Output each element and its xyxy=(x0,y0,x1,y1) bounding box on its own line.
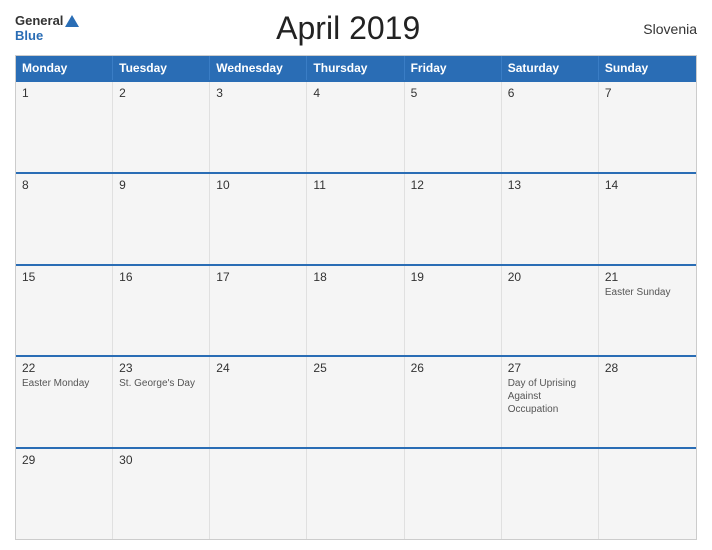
day-16: 16 xyxy=(113,266,210,356)
day-25: 25 xyxy=(307,357,404,447)
day-19: 19 xyxy=(405,266,502,356)
day-8: 8 xyxy=(16,174,113,264)
header-sunday: Sunday xyxy=(599,56,696,80)
week-row-3: 15 16 17 18 19 20 21Easter Sunday xyxy=(16,264,696,356)
day-11: 11 xyxy=(307,174,404,264)
page-title: April 2019 xyxy=(79,10,617,47)
day-23: 23St. George's Day xyxy=(113,357,210,447)
header-monday: Monday xyxy=(16,56,113,80)
day-21: 21Easter Sunday xyxy=(599,266,696,356)
day-27: 27Day of Uprising Against Occupation xyxy=(502,357,599,447)
day-7: 7 xyxy=(599,82,696,172)
day-13: 13 xyxy=(502,174,599,264)
header-saturday: Saturday xyxy=(502,56,599,80)
day-empty-2 xyxy=(307,449,404,539)
day-empty-5 xyxy=(599,449,696,539)
day-18: 18 xyxy=(307,266,404,356)
day-20: 20 xyxy=(502,266,599,356)
day-24: 24 xyxy=(210,357,307,447)
week-row-1: 1 2 3 4 5 6 7 xyxy=(16,80,696,172)
header-friday: Friday xyxy=(405,56,502,80)
calendar-header-row: Monday Tuesday Wednesday Thursday Friday… xyxy=(16,56,696,80)
day-10: 10 xyxy=(210,174,307,264)
day-28: 28 xyxy=(599,357,696,447)
country-label: Slovenia xyxy=(617,21,697,37)
header-wednesday: Wednesday xyxy=(210,56,307,80)
day-15: 15 xyxy=(16,266,113,356)
day-22: 22Easter Monday xyxy=(16,357,113,447)
day-5: 5 xyxy=(405,82,502,172)
week-row-5: 29 30 xyxy=(16,447,696,539)
day-2: 2 xyxy=(113,82,210,172)
day-empty-3 xyxy=(405,449,502,539)
calendar-grid: Monday Tuesday Wednesday Thursday Friday… xyxy=(15,55,697,540)
day-9: 9 xyxy=(113,174,210,264)
day-empty-1 xyxy=(210,449,307,539)
day-empty-4 xyxy=(502,449,599,539)
day-12: 12 xyxy=(405,174,502,264)
calendar-body: 1 2 3 4 5 6 7 8 9 10 11 12 13 14 15 16 xyxy=(16,80,696,539)
day-29: 29 xyxy=(16,449,113,539)
logo-blue-text: Blue xyxy=(15,29,43,43)
logo-triangle-icon xyxy=(65,15,79,27)
logo-general-text: General xyxy=(15,14,63,28)
day-6: 6 xyxy=(502,82,599,172)
day-26: 26 xyxy=(405,357,502,447)
calendar-page: General Blue April 2019 Slovenia Monday … xyxy=(0,0,712,550)
day-1: 1 xyxy=(16,82,113,172)
header-tuesday: Tuesday xyxy=(113,56,210,80)
day-17: 17 xyxy=(210,266,307,356)
day-14: 14 xyxy=(599,174,696,264)
day-30: 30 xyxy=(113,449,210,539)
day-4: 4 xyxy=(307,82,404,172)
week-row-4: 22Easter Monday 23St. George's Day 24 25… xyxy=(16,355,696,447)
header-thursday: Thursday xyxy=(307,56,404,80)
page-header: General Blue April 2019 Slovenia xyxy=(15,10,697,47)
day-3: 3 xyxy=(210,82,307,172)
week-row-2: 8 9 10 11 12 13 14 xyxy=(16,172,696,264)
logo: General Blue xyxy=(15,14,79,43)
